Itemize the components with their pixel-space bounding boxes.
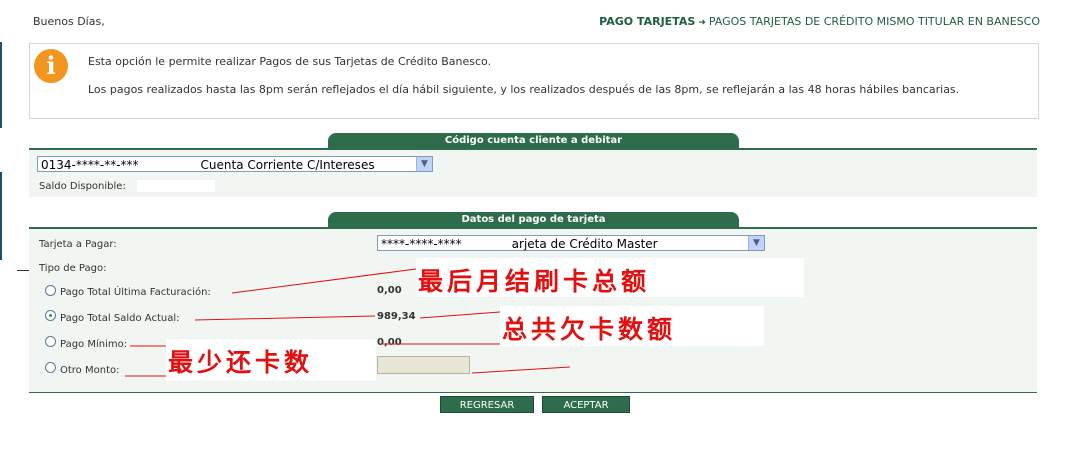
annotation-total-owed: 总共欠卡数额 bbox=[502, 315, 677, 344]
annotation-minimum: 最少还卡数 bbox=[168, 348, 314, 377]
annotation-line bbox=[471, 366, 571, 374]
annotation-last-statement: 最后月结刷卡总额 bbox=[418, 267, 651, 296]
annotation-line bbox=[194, 315, 376, 321]
annotation-line bbox=[419, 311, 501, 319]
annotation-lines bbox=[125, 268, 571, 377]
annotation-line bbox=[231, 268, 417, 294]
